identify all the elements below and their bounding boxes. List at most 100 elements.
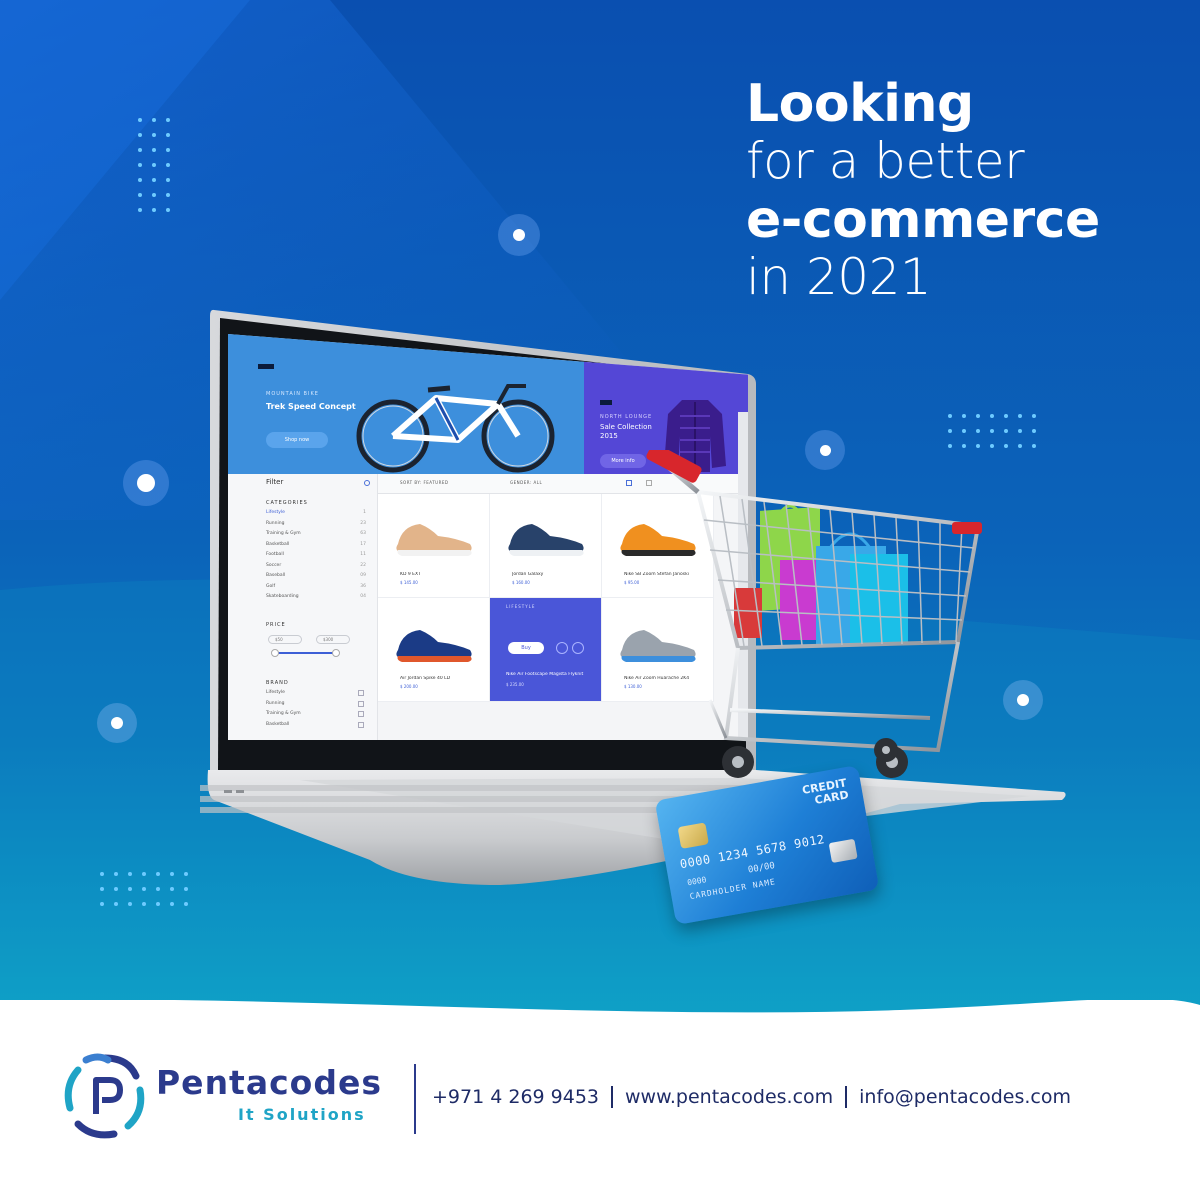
product-name: Nike Air Footscape Magista Flyknit — [506, 672, 584, 677]
website-link[interactable]: www.pentacodes.com — [625, 1086, 833, 1108]
email-link[interactable]: info@pentacodes.com — [859, 1086, 1071, 1108]
brand-name: Pentacodes — [156, 1066, 382, 1099]
product-card[interactable]: Jordan Galaxy $ 160.00 — [490, 494, 602, 598]
brand-checkbox[interactable] — [358, 711, 364, 717]
category-count: 63 — [360, 531, 366, 536]
brand-name-part2: codes — [269, 1063, 382, 1102]
price-min-input[interactable]: $50 — [268, 635, 302, 644]
sort-select[interactable]: SORT BY: FEATURED — [400, 480, 448, 485]
headline: Looking for a better e-commerce in 2021 — [746, 78, 1100, 310]
category-item[interactable]: Lifestyle 1 — [266, 510, 366, 521]
gender-select[interactable]: GENDER: ALL — [510, 480, 542, 485]
brand-block: Pentacodes It Solutions — [156, 1066, 382, 1124]
category-count: 11 — [360, 552, 366, 557]
card-bank: 0000 — [686, 875, 708, 888]
brand-name-part1: Penta — [156, 1063, 270, 1102]
product-card[interactable]: KD 9 EXT $ 145.00 — [378, 494, 490, 598]
ring-dot-left — [123, 460, 169, 506]
category-item[interactable]: Baseball 09 — [266, 573, 366, 584]
ring-dot-lower-left — [97, 703, 137, 743]
product-name: Jordan Galaxy — [512, 572, 544, 577]
brand-checkbox[interactable] — [358, 700, 364, 707]
category-item[interactable]: Golf 36 — [266, 584, 366, 595]
brand-label: Lifestyle — [266, 690, 285, 695]
category-item[interactable]: Soccer 22 — [266, 563, 366, 574]
product-card[interactable]: LIFESTYLE Buy Nike Air Footscape Magista F… — [490, 598, 602, 702]
card-hologram — [828, 838, 858, 863]
category-item[interactable]: Training & Gym 63 — [266, 531, 366, 542]
phone-number[interactable]: +971 4 269 9453 — [432, 1086, 599, 1108]
brand-item[interactable]: Basketball — [266, 721, 366, 733]
headline-line-2: for a better — [746, 132, 1025, 190]
product-price: $ 200.00 — [400, 684, 418, 689]
contact-separator — [845, 1086, 848, 1108]
category-item[interactable]: Running 23 — [266, 521, 366, 532]
shoe-image — [396, 630, 472, 662]
categories-title[interactable]: CATEGORIES — [266, 500, 308, 506]
category-label: Baseball — [266, 573, 286, 578]
card-title: CREDIT CARD — [801, 776, 850, 808]
shoe-image — [396, 524, 472, 556]
brand-title[interactable]: BRAND — [266, 680, 289, 686]
product-price: $ 235.00 — [506, 682, 524, 687]
contact-separator — [611, 1086, 614, 1108]
brand-checkbox[interactable] — [358, 721, 364, 728]
category-label: Golf — [266, 583, 276, 589]
featured-kicker: LIFESTYLE — [506, 604, 536, 609]
shopping-cart-icon — [646, 450, 982, 778]
card-chip — [677, 822, 709, 849]
category-item[interactable]: Football 11 — [266, 552, 366, 563]
price-slider[interactable] — [274, 652, 336, 654]
category-count: 22 — [360, 562, 366, 568]
compare-icon[interactable] — [572, 642, 584, 654]
headline-line-3: e-commerce — [746, 190, 1100, 250]
category-label: Soccer — [266, 562, 282, 568]
category-label: Lifestyle — [266, 510, 285, 515]
dot-grid-bottom-left — [100, 872, 198, 917]
contact-bar: +971 4 269 9453 www.pentacodes.com info@… — [432, 1086, 1071, 1108]
product-price: $ 145.00 — [400, 580, 418, 585]
price-slider-handle-max[interactable] — [332, 649, 340, 657]
brand-item[interactable]: Training & Gym — [266, 711, 366, 722]
brand-checkbox[interactable] — [358, 690, 364, 696]
brand-item[interactable]: Running — [266, 700, 366, 712]
shoe-image — [508, 524, 584, 556]
category-label: Basketball — [266, 541, 290, 547]
brand-label: Basketball — [266, 721, 290, 727]
buy-button[interactable]: Buy — [508, 642, 544, 654]
filter-sidebar: Filter CATEGORIES Lifestyle 1 Running 23 Tra… — [228, 474, 378, 740]
wishlist-icon[interactable] — [556, 642, 568, 654]
hero-title-bike: Trek Speed Concept — [266, 402, 356, 411]
filter-toggle-icon[interactable] — [364, 480, 370, 486]
category-count: 1 — [363, 510, 366, 515]
headline-line-1: Looking — [746, 74, 974, 134]
price-title[interactable]: PRICE — [266, 622, 286, 628]
hero-title-jacket: Sale Collection 2015 — [600, 423, 652, 441]
category-item[interactable]: Skateboarding 04 — [266, 594, 366, 605]
ad-poster: Looking for a better e-commerce in 2021 — [0, 0, 1200, 1200]
ring-dot-top — [498, 214, 540, 256]
card-valid: 00/00 — [747, 861, 776, 876]
pentacodes-logo-icon — [64, 1053, 145, 1139]
product-card[interactable]: Air Jordan Spike 40 LD $ 200.00 — [378, 598, 490, 702]
brand-item[interactable]: Lifestyle — [266, 690, 366, 701]
category-count: 04 — [360, 594, 366, 599]
dot-grid-top-left — [138, 118, 180, 223]
category-label: Football — [266, 552, 284, 557]
brand-list: Lifestyle Running Training & Gym Basketball — [266, 690, 366, 732]
filter-title: Filter — [266, 478, 284, 486]
price-max-input[interactable]: $300 — [316, 635, 350, 644]
category-item[interactable]: Basketball 17 — [266, 542, 366, 553]
hero-kicker-bike: MOUNTAIN BIKE — [266, 391, 319, 397]
bike-image — [356, 384, 555, 473]
category-label: Skateboarding — [266, 594, 299, 599]
hero-button-bike[interactable]: Shop now — [266, 432, 328, 448]
category-label: Running — [266, 520, 285, 526]
footer-divider — [414, 1064, 416, 1134]
category-count: 17 — [360, 541, 366, 547]
brand-label: Running — [266, 700, 285, 706]
brand-label: Training & Gym — [266, 711, 301, 716]
category-label: Training & Gym — [266, 531, 301, 536]
category-count: 36 — [360, 583, 366, 589]
price-slider-handle-min[interactable] — [271, 649, 279, 657]
